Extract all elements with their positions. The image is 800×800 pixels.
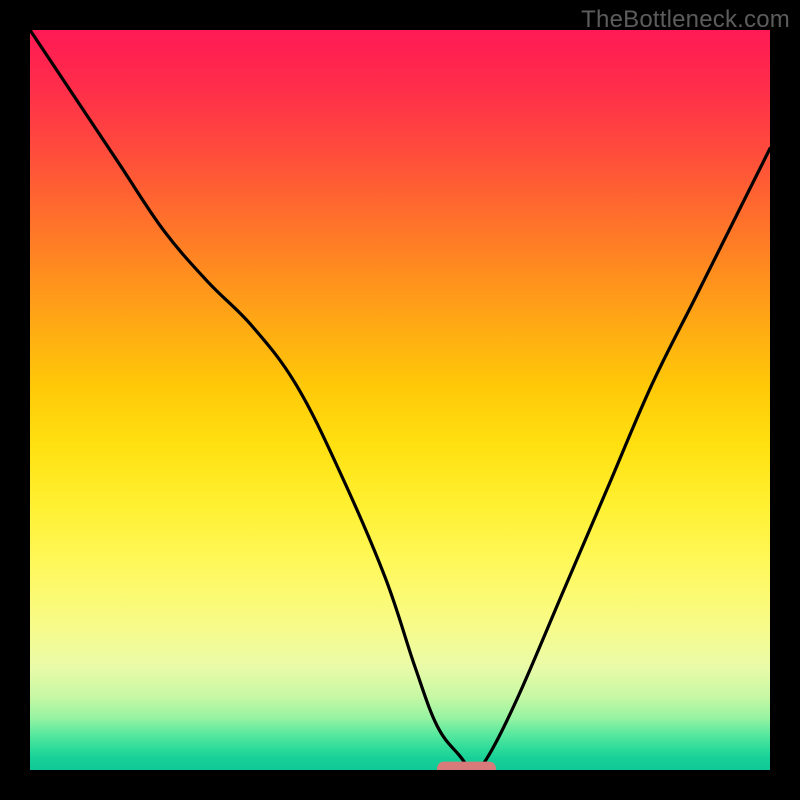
- chart-frame: TheBottleneck.com: [0, 0, 800, 800]
- watermark-text: TheBottleneck.com: [581, 6, 790, 34]
- plot-area: [30, 30, 770, 770]
- bottleneck-curve: [30, 30, 770, 770]
- optimum-marker: [437, 762, 496, 770]
